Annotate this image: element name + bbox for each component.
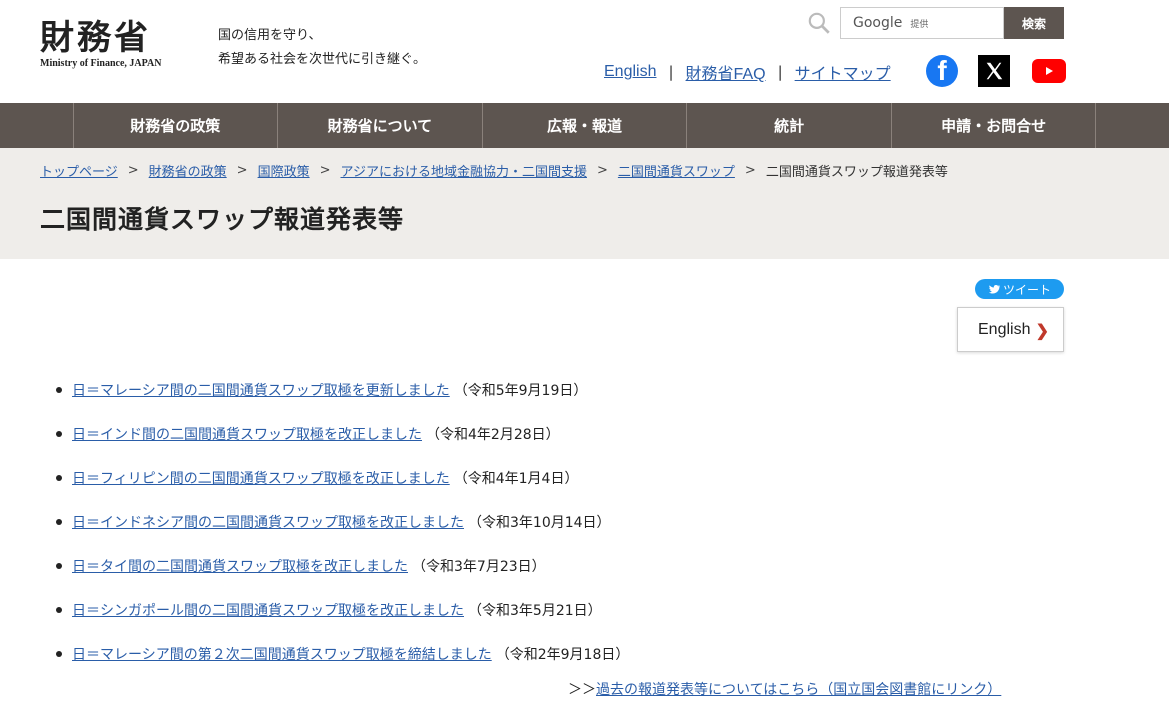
list-item: 日＝シンガポール間の二国間通貨スワップ取極を改正しました （令和3年5月21日）	[56, 588, 629, 632]
press-date: （令和2年9月18日）	[495, 647, 630, 663]
breadcrumb: トップページ > 財務省の政策 > 国際政策 > アジアにおける地域金融協力・二…	[40, 161, 948, 180]
press-link[interactable]: 日＝マレーシア間の第２次二国間通貨スワップ取極を締結しました	[72, 644, 492, 664]
press-link[interactable]: 日＝インドネシア間の二国間通貨スワップ取極を改正しました	[72, 512, 464, 532]
tagline: 国の信用を守り、 希望ある社会を次世代に引き継ぐ。	[218, 24, 426, 72]
press-link[interactable]: 日＝インド間の二国間通貨スワップ取極を改正しました	[72, 424, 422, 444]
press-date: （令和4年1月4日）	[453, 471, 579, 487]
page-title: 二国間通貨スワップ報道発表等	[40, 205, 405, 234]
press-date: （令和3年5月21日）	[468, 603, 602, 619]
title-band: トップページ > 財務省の政策 > 国際政策 > アジアにおける地域金融協力・二…	[0, 148, 1169, 259]
press-link[interactable]: 日＝シンガポール間の二国間通貨スワップ取極を改正しました	[72, 600, 464, 620]
english-button-label: English	[978, 320, 1031, 338]
archive-link-row: ＞＞過去の報道発表等についてはこちら（国立国会図書館にリンク）	[568, 679, 1001, 699]
press-link[interactable]: 日＝フィリピン間の二国間通貨スワップ取極を改正しました	[72, 468, 450, 488]
search-input[interactable]: Google 提供	[840, 7, 1004, 39]
breadcrumb-asia[interactable]: アジアにおける地域金融協力・二国間支援	[341, 161, 587, 180]
list-item: 日＝マレーシア間の二国間通貨スワップ取極を更新しました （令和5年9月19日）	[56, 368, 629, 412]
breadcrumb-separator: >	[236, 163, 248, 178]
tagline-line1: 国の信用を守り、	[218, 28, 322, 43]
search-provided-label: 提供	[910, 19, 929, 30]
breadcrumb-separator: >	[744, 163, 756, 178]
breadcrumb-policy[interactable]: 財務省の政策	[149, 161, 227, 180]
breadcrumb-separator: >	[596, 163, 608, 178]
nav-item-statistics[interactable]: 統計	[687, 103, 892, 148]
breadcrumb-current: 二国間通貨スワップ報道発表等	[765, 165, 948, 180]
press-link[interactable]: 日＝マレーシア間の二国間通貨スワップ取極を更新しました	[72, 380, 450, 400]
separator: |	[777, 63, 783, 81]
utility-links: English | 財務省FAQ | サイトマップ	[604, 60, 891, 84]
tweet-button[interactable]: ツイート	[975, 279, 1064, 299]
tagline-line2: 希望ある社会を次世代に引き継ぐ。	[218, 52, 427, 67]
list-item: 日＝マレーシア間の第２次二国間通貨スワップ取極を締結しました （令和2年9月18日…	[56, 632, 629, 676]
press-date: （令和4年2月28日）	[426, 427, 560, 443]
sitemap-link[interactable]: サイトマップ	[795, 60, 891, 84]
site-logo[interactable]: 財務省 Ministry of Finance, JAPAN	[40, 18, 180, 69]
english-page-button[interactable]: English ❯	[957, 307, 1064, 352]
list-item: 日＝インド間の二国間通貨スワップ取極を改正しました （令和4年2月28日）	[56, 412, 629, 456]
press-release-list: 日＝マレーシア間の二国間通貨スワップ取極を更新しました （令和5年9月19日） 日…	[56, 368, 629, 676]
breadcrumb-separator: >	[319, 163, 331, 178]
tweet-label: ツイート	[1002, 282, 1051, 297]
press-date: （令和3年7月23日）	[412, 559, 546, 575]
breadcrumb-international[interactable]: 国際政策	[258, 161, 310, 180]
press-link[interactable]: 日＝タイ間の二国間通貨スワップ取極を改正しました	[72, 556, 408, 576]
archive-link[interactable]: 過去の報道発表等についてはこちら（国立国会図書館にリンク）	[596, 682, 1001, 698]
english-link[interactable]: English	[604, 63, 656, 81]
logo-english: Ministry of Finance, JAPAN	[40, 58, 162, 69]
search-button[interactable]: 検索	[1004, 7, 1064, 39]
list-item: 日＝タイ間の二国間通貨スワップ取極を改正しました （令和3年7月23日）	[56, 544, 629, 588]
list-item: 日＝フィリピン間の二国間通貨スワップ取極を改正しました （令和4年1月4日）	[56, 456, 629, 500]
nav-item-press[interactable]: 広報・報道	[483, 103, 688, 148]
nav-item-contact[interactable]: 申請・お問合せ	[892, 103, 1097, 148]
social-links: f	[926, 55, 1066, 87]
search-brand: Google	[853, 15, 903, 31]
search-area: Google 提供 検索	[806, 7, 1064, 39]
faq-link[interactable]: 財務省FAQ	[686, 60, 766, 84]
site-header: 財務省 Ministry of Finance, JAPAN 国の信用を守り、 …	[0, 0, 1169, 103]
breadcrumb-top[interactable]: トップページ	[40, 161, 118, 180]
archive-prefix: ＞＞	[568, 682, 596, 698]
x-icon[interactable]	[978, 55, 1010, 87]
separator: |	[668, 63, 674, 81]
nav-item-about[interactable]: 財務省について	[278, 103, 483, 148]
twitter-bird-icon	[988, 284, 1000, 294]
facebook-icon[interactable]: f	[926, 55, 958, 87]
breadcrumb-swap[interactable]: 二国間通貨スワップ	[618, 161, 735, 180]
youtube-icon[interactable]	[1032, 59, 1066, 83]
chevron-right-icon: ❯	[1035, 323, 1049, 340]
press-date: （令和5年9月19日）	[453, 383, 588, 399]
search-icon	[806, 8, 836, 38]
breadcrumb-separator: >	[127, 163, 139, 178]
nav-item-policy[interactable]: 財務省の政策	[74, 103, 279, 148]
global-nav: 財務省の政策 財務省について 広報・報道 統計 申請・お問合せ	[0, 103, 1169, 148]
press-date: （令和3年10月14日）	[468, 515, 611, 531]
logo-kanji: 財務省	[40, 18, 151, 58]
list-item: 日＝インドネシア間の二国間通貨スワップ取極を改正しました （令和3年10月14日）	[56, 500, 629, 544]
